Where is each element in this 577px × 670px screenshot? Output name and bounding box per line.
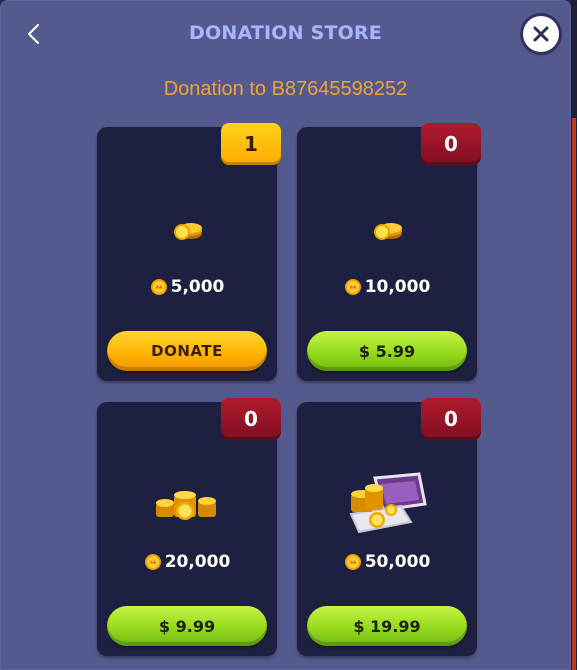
coin-amount: 5,000 xyxy=(97,277,277,297)
coin-icon xyxy=(150,279,167,295)
card-count-badge: 0 xyxy=(421,398,481,440)
coin-icon xyxy=(344,554,361,570)
coin-stacks-icon xyxy=(97,460,277,550)
coin-amount: 10,000 xyxy=(297,277,477,297)
treasure-chest-icon xyxy=(297,460,477,550)
donate-button[interactable]: DONATE xyxy=(107,331,267,371)
window-edge xyxy=(571,0,577,670)
coin-amount-value: 20,000 xyxy=(164,552,231,572)
coin-amount-value: 5,000 xyxy=(170,277,225,297)
coin-icon xyxy=(144,554,161,570)
small-coin-pile-icon xyxy=(97,185,277,275)
coin-icon xyxy=(344,279,361,295)
buy-button-9-99[interactable]: $ 9.99 xyxy=(107,606,267,646)
small-coin-pile-icon xyxy=(297,185,477,275)
coin-amount-value: 10,000 xyxy=(364,277,431,297)
coin-amount-value: 50,000 xyxy=(364,552,431,572)
close-button[interactable] xyxy=(523,16,559,52)
coin-amount: 20,000 xyxy=(97,552,277,572)
card-count-badge: 0 xyxy=(421,123,481,165)
close-icon xyxy=(533,26,549,42)
buy-button-19-99[interactable]: $ 19.99 xyxy=(307,606,467,646)
donation-card-50000: 0 50,000 $ 19.99 xyxy=(297,398,481,656)
coin-amount: 50,000 xyxy=(297,552,477,572)
donation-card-20000: 0 20,000 $ 9.99 xyxy=(97,398,281,656)
card-count-badge: 0 xyxy=(221,398,281,440)
donation-recipient: Donation to B87645598252 xyxy=(163,78,408,100)
donation-card-10000: 0 10,000 $ 5.99 xyxy=(297,123,481,381)
page-title: DONATION STORE xyxy=(189,22,382,44)
donation-card-5000: 1 5,000 DONATE xyxy=(97,123,281,381)
buy-button-5-99[interactable]: $ 5.99 xyxy=(307,331,467,371)
card-count-badge: 1 xyxy=(221,123,281,165)
